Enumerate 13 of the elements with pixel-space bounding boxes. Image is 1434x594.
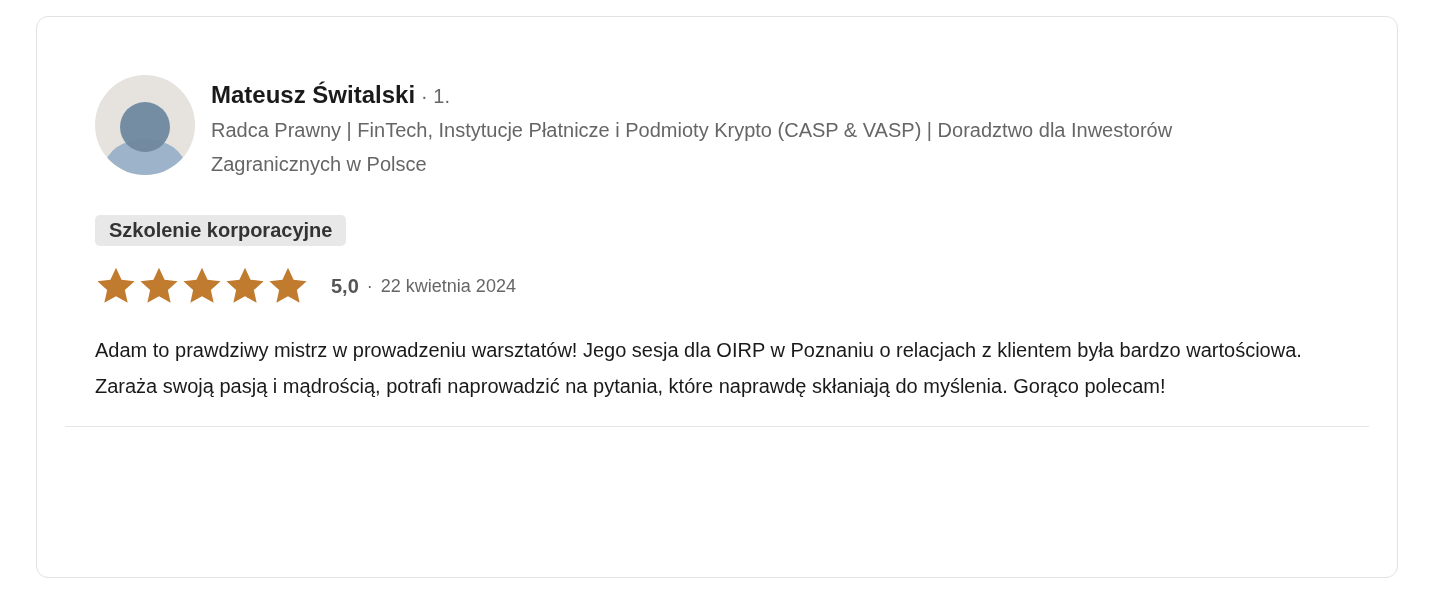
- author-headline: Radca Prawny | FinTech, Instytucje Płatnicze i Podmioty Krypto (CASP & VASP) | Doradztwo dla Inwestorów Zagranicznych w Polsce: [211, 118, 1174, 177]
- star-icon: [224, 266, 266, 306]
- review-text: Adam to prawdziwy mistrz w prowadzeniu warsztatów! Jego sesja dla OIRP w Poznaniu o relacjach z klientem była bardzo wartościowa. Zaraża swoją pasją i mądrością, potrafi naprowadzić na pytania, które naprawdę skłaniają do myślenia. Gorąco polecam!: [95, 338, 1303, 399]
- service-tag: Szkolenie korporacyjne: [95, 215, 347, 246]
- rating-value: 5,0: [331, 274, 359, 298]
- review-date: 22 kwietnia 2024: [380, 275, 516, 297]
- star-icon: [181, 266, 223, 306]
- star-icon: [138, 266, 180, 306]
- star-icon: [267, 266, 309, 306]
- star-icon: [95, 266, 137, 306]
- separator-dot: ·: [366, 275, 373, 297]
- connection-degree: · 1.: [421, 85, 450, 108]
- author-name[interactable]: Mateusz Świtalski: [211, 81, 416, 109]
